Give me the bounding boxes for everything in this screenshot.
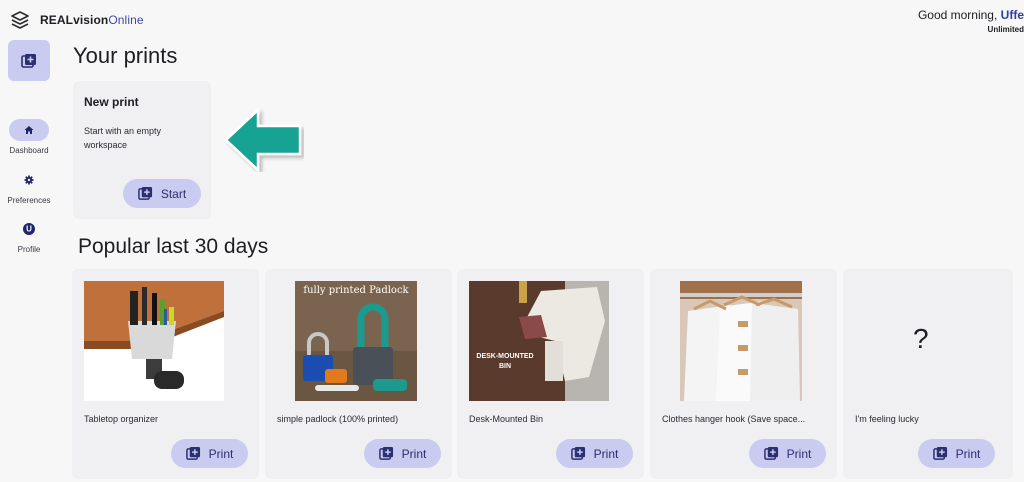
new-print-card[interactable]: New print Start with an empty workspace … xyxy=(73,81,211,219)
print-button[interactable]: Print xyxy=(364,439,441,468)
add-box-icon xyxy=(932,446,947,460)
model-thumbnail: DESK-MOUNTED BIN xyxy=(469,281,609,401)
sidebar-item-label: Preferences xyxy=(7,196,51,205)
add-box-icon xyxy=(138,186,152,200)
print-button[interactable]: Print xyxy=(556,439,633,468)
popular-card[interactable]: fully printed Padlock simple padlock (10… xyxy=(265,269,452,479)
new-print-title: New print xyxy=(84,95,139,109)
app-title: REALvisionOnline xyxy=(40,13,144,27)
print-button[interactable]: Print xyxy=(171,439,248,468)
page-title: Your prints xyxy=(73,43,178,68)
model-name: Clothes hanger hook (Save space... xyxy=(662,414,806,424)
add-box-icon xyxy=(570,446,585,460)
model-name: I'm feeling lucky xyxy=(855,414,919,424)
new-print-description: Start with an empty workspace xyxy=(84,126,162,150)
print-button[interactable]: Print xyxy=(918,439,995,468)
model-thumbnail: fully printed Padlock xyxy=(295,281,417,401)
sidebar-item-preferences[interactable]: Preferences xyxy=(0,169,58,205)
layers-logo-icon xyxy=(11,11,29,29)
greeting: Good morning, Uffe Unlimited xyxy=(918,8,1024,34)
popular-card[interactable]: Clothes hanger hook (Save space... Print xyxy=(650,269,837,479)
home-icon xyxy=(24,126,34,134)
gear-icon xyxy=(24,175,34,185)
add-box-icon xyxy=(378,446,393,460)
sidebar-item-label: Profile xyxy=(17,245,41,254)
start-button[interactable]: Start xyxy=(123,179,201,208)
print-button[interactable]: Print xyxy=(749,439,826,468)
greeting-text: Good morning, xyxy=(917,8,1001,22)
popular-card[interactable]: Tabletop organizer Print xyxy=(72,269,259,479)
add-box-icon xyxy=(21,53,36,68)
user-name[interactable]: Uffe xyxy=(1001,8,1024,22)
question-mark-placeholder: ? xyxy=(913,323,929,354)
svg-text:DESK-MOUNTED: DESK-MOUNTED xyxy=(476,353,533,360)
popular-card[interactable]: DESK-MOUNTED BIN Desk-Mounted Bin Print xyxy=(457,269,644,479)
pointer-arrow-icon xyxy=(224,108,302,172)
add-box-icon xyxy=(763,446,778,460)
plan-label: Unlimited xyxy=(987,25,1024,34)
brand[interactable]: REALvisionOnline xyxy=(10,10,144,30)
sidebar-item-dashboard[interactable]: Dashboard xyxy=(0,119,58,155)
model-name: simple padlock (100% printed) xyxy=(277,414,399,424)
popular-card[interactable]: ? I'm feeling lucky Print xyxy=(843,269,1013,479)
model-thumbnail xyxy=(680,281,802,401)
svg-text:fully printed Padlock: fully printed Padlock xyxy=(303,285,409,296)
add-box-icon xyxy=(185,446,200,460)
model-thumbnail xyxy=(84,281,224,401)
section-title-popular: Popular last 30 days xyxy=(78,235,269,258)
model-name: Desk-Mounted Bin xyxy=(469,414,544,424)
sidebar-item-profile[interactable]: U Profile xyxy=(0,218,58,254)
svg-text:U: U xyxy=(26,225,32,234)
sidebar-item-label: Dashboard xyxy=(9,146,49,155)
user-icon: U xyxy=(23,223,35,235)
model-name: Tabletop organizer xyxy=(84,414,159,424)
svg-text:BIN: BIN xyxy=(499,363,511,370)
new-print-fab[interactable] xyxy=(8,40,50,81)
